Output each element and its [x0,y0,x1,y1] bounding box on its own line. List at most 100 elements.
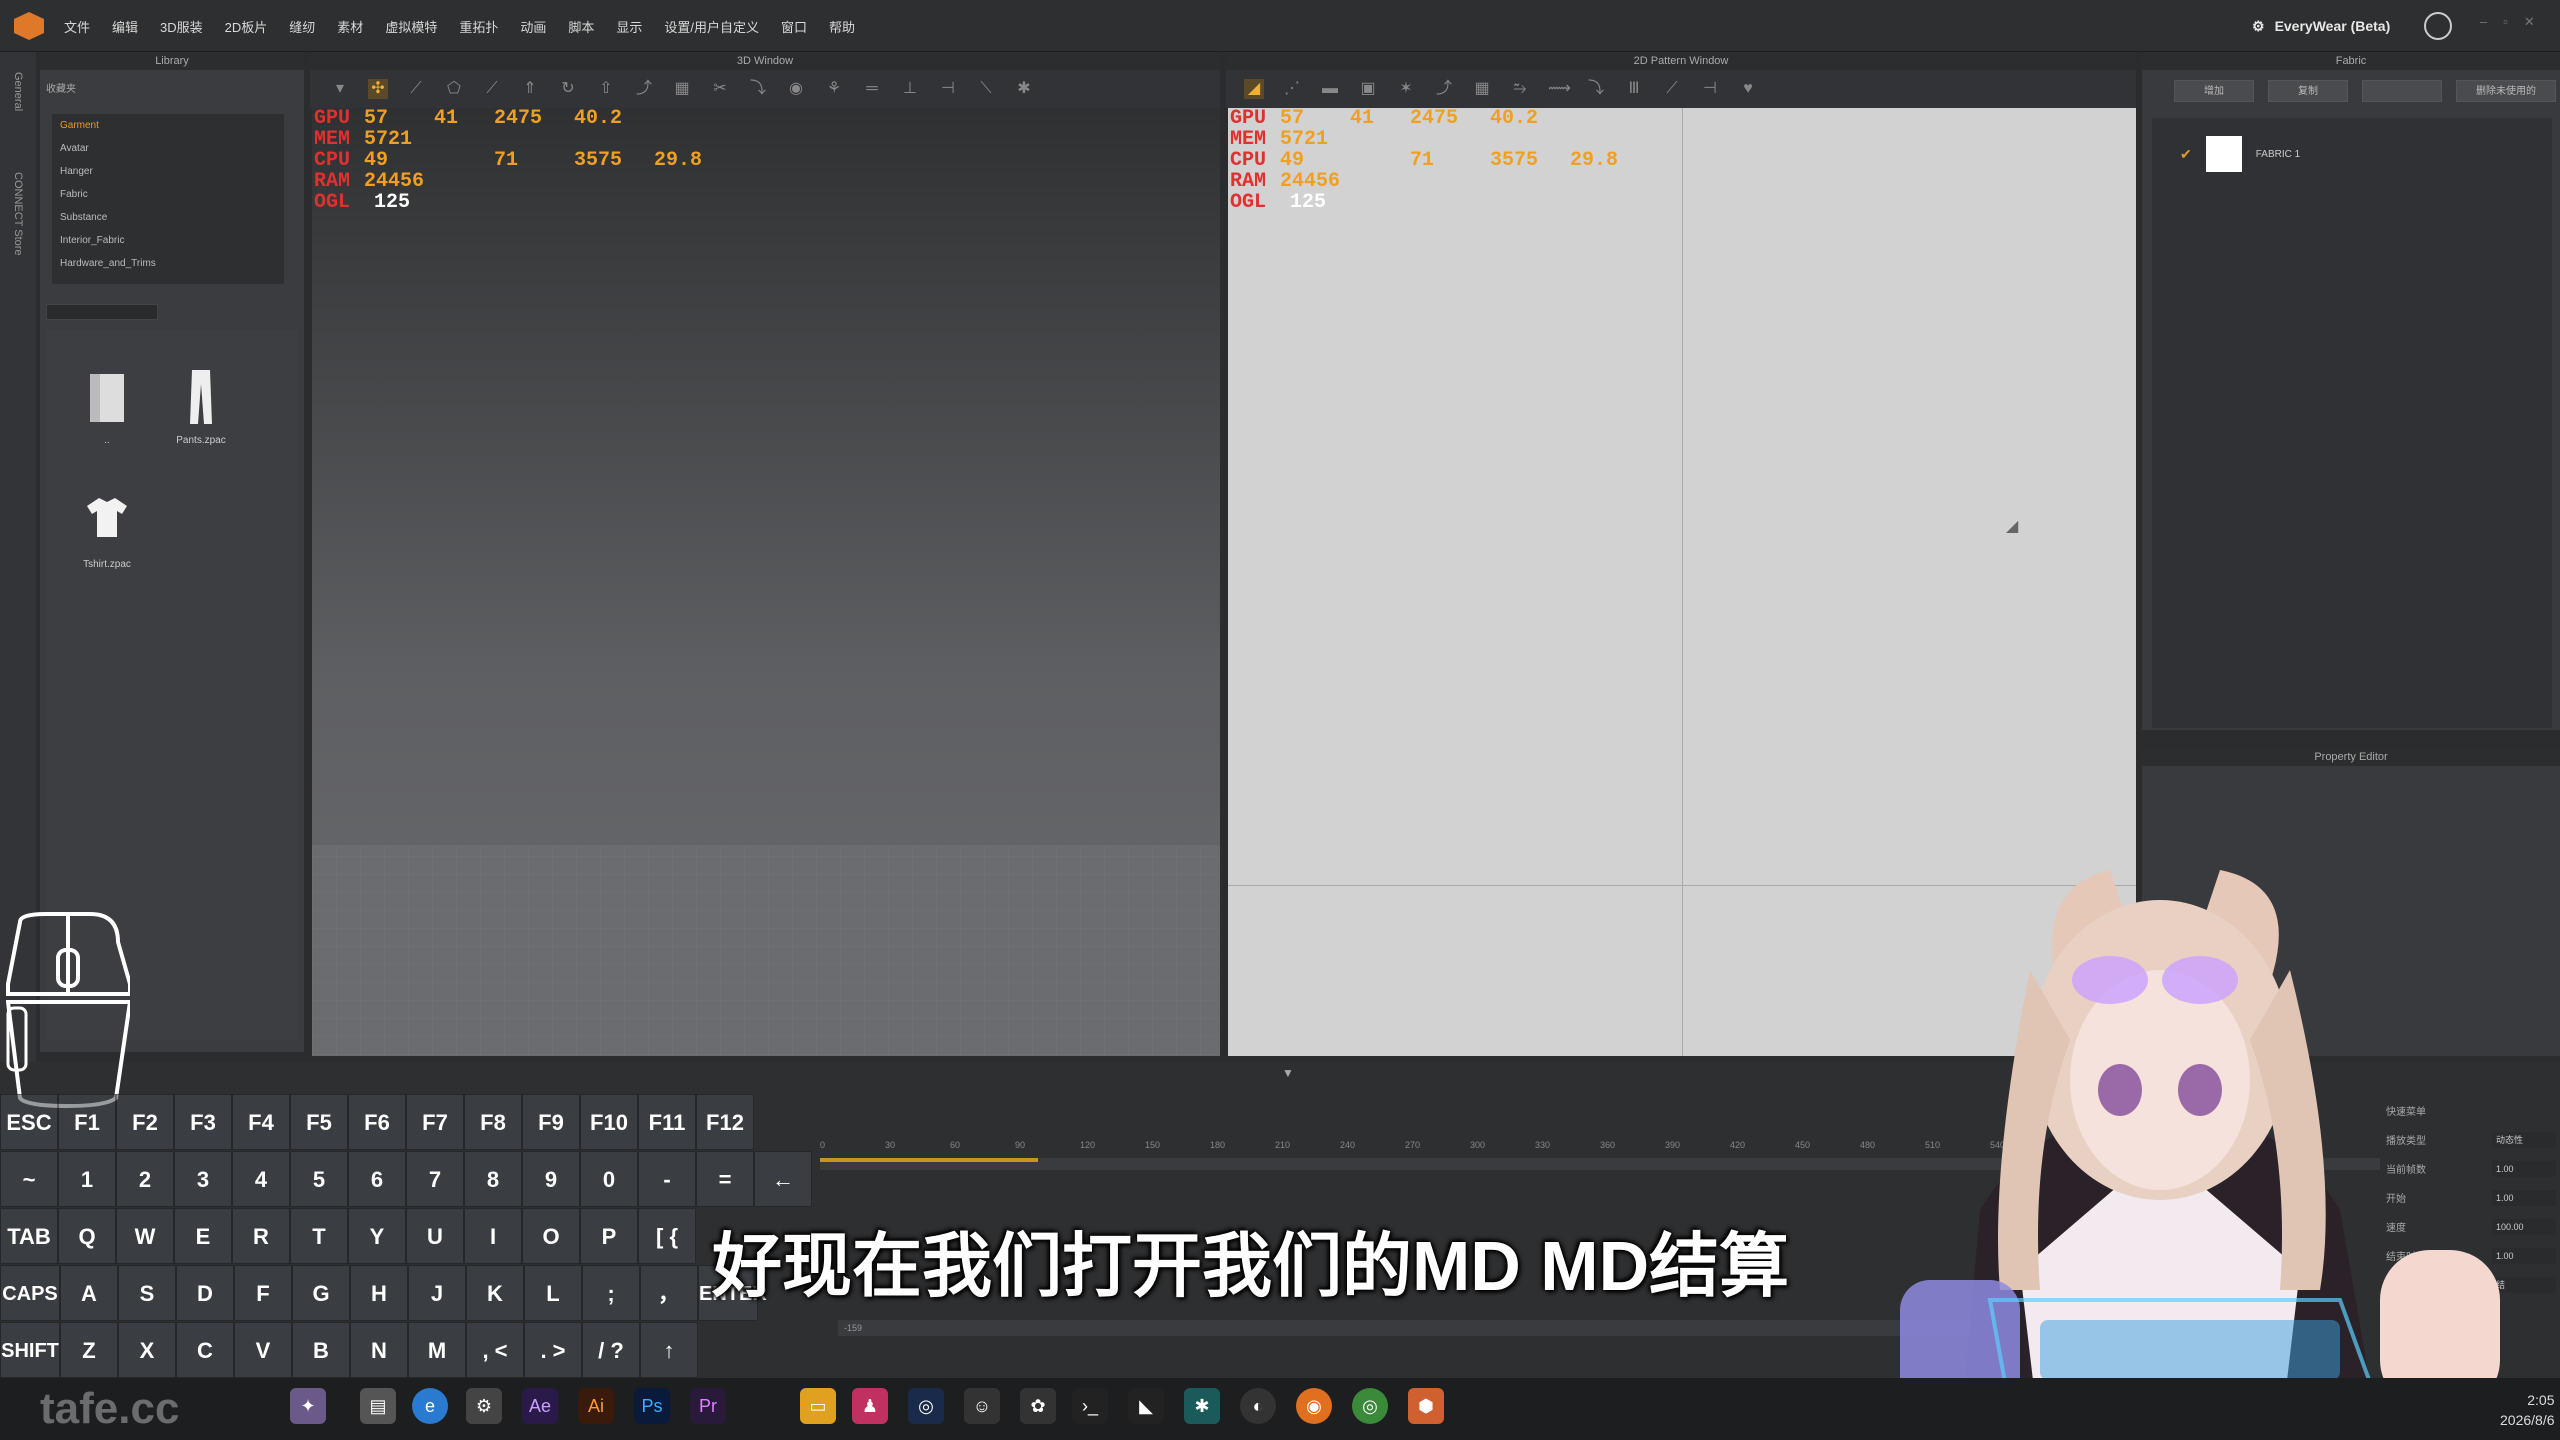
key[interactable]: C [176,1322,234,1378]
key[interactable]: F10 [580,1094,638,1150]
steam-icon[interactable]: ◎ [908,1388,944,1424]
key[interactable]: I [464,1208,522,1264]
grading-tool-icon[interactable]: ▦ [1472,79,1492,99]
photoshop-icon[interactable]: Ps [634,1388,670,1424]
key[interactable]: F12 [696,1094,754,1150]
file-item[interactable]: .. [62,366,152,446]
discord-icon[interactable]: ☺ [964,1388,1000,1424]
obs-icon[interactable]: ◐ [1240,1388,1276,1424]
menu-avatar[interactable]: 虚拟模特 [385,17,437,36]
files-icon[interactable]: ▤ [360,1388,396,1424]
menu-materials[interactable]: 素材 [337,17,363,36]
key[interactable]: U [406,1208,464,1264]
fabric-action-button[interactable] [2362,80,2442,102]
sewing-tool-icon[interactable]: ⤵ [748,79,768,99]
tree-item-substance[interactable]: Substance [52,206,284,229]
key[interactable]: ， [640,1265,698,1321]
garment-2d-tool-icon[interactable]: ♥ [1738,79,1758,99]
maximize-icon[interactable]: ▫ [2503,14,2508,30]
button-tool-icon[interactable]: ◉ [786,79,806,99]
free-sewing-tool-icon[interactable]: ⤵ [1586,79,1606,99]
key[interactable]: 0 [580,1151,638,1207]
qq-icon[interactable]: ♟ [852,1388,888,1424]
key[interactable]: F11 [638,1094,696,1150]
menu-animation[interactable]: 动画 [520,17,546,36]
key[interactable]: N [350,1322,408,1378]
fold-line-tool-icon[interactable]: ⥲ [1510,79,1530,99]
segment-sewing-tool-icon[interactable]: ⟿ [1548,79,1571,99]
key[interactable]: W [116,1208,174,1264]
menu-retopology[interactable]: 重拓扑 [459,17,498,36]
key[interactable]: E [174,1208,232,1264]
system-clock[interactable]: 2:05 2026/8/6 [2500,1390,2555,1430]
illustrator-icon[interactable]: Ai [578,1388,614,1424]
menu-script[interactable]: 脚本 [568,17,594,36]
network-icon[interactable]: ✱ [1184,1388,1220,1424]
premiere-icon[interactable]: Pr [690,1388,726,1424]
terminal-icon[interactable]: ›_ [1072,1388,1108,1424]
chrome-icon[interactable]: ◎ [1352,1388,1388,1424]
menu-help[interactable]: 帮助 [829,17,855,36]
key[interactable]: F7 [406,1094,464,1150]
key[interactable]: 2 [116,1151,174,1207]
key[interactable]: / ? [582,1322,640,1378]
polygon-tool-icon[interactable]: ▬ [1320,79,1340,99]
key[interactable]: . > [524,1322,582,1378]
copy-fabric-button[interactable]: 复制 [2268,80,2348,102]
key[interactable]: 5 [290,1151,348,1207]
avatar-tool-icon[interactable]: ⚘ [824,79,844,99]
menu-window[interactable]: 窗口 [781,17,807,36]
menu-file[interactable]: 文件 [64,17,90,36]
key[interactable]: G [292,1265,350,1321]
topstitch-tool-icon[interactable]: ⟋ [1662,79,1682,99]
key[interactable]: X [118,1322,176,1378]
key[interactable]: F9 [522,1094,580,1150]
file-item[interactable]: Tshirt.zpac [62,490,152,570]
edge-icon[interactable]: e [412,1388,448,1424]
menu-settings[interactable]: 设置/用户自定义 [664,17,759,36]
key[interactable]: SHIFT [0,1322,60,1378]
key[interactable]: F3 [174,1094,232,1150]
pose-tool-icon[interactable]: ✱ [1014,79,1034,99]
tree-item-fabric[interactable]: Fabric [52,183,284,206]
key[interactable]: F6 [348,1094,406,1150]
cut-tool-icon[interactable]: ✂ [710,79,730,99]
blender-icon[interactable]: ◉ [1296,1388,1332,1424]
collapse-arrow-icon[interactable]: ▼ [1282,1066,1294,1080]
key[interactable]: - [638,1151,696,1207]
wolf-icon[interactable]: ◣ [1128,1388,1164,1424]
key[interactable]: P [580,1208,638,1264]
key[interactable]: 1 [58,1151,116,1207]
zip-tool-icon[interactable]: ⊣ [938,79,958,99]
app-icon[interactable]: ✦ [290,1388,326,1424]
paw-icon[interactable]: ✿ [1020,1388,1056,1424]
edit-pattern-tool-icon[interactable]: ⋰ [1282,79,1302,99]
key[interactable]: 6 [348,1151,406,1207]
mesh-tool-icon[interactable]: ⟋ [406,79,426,99]
key[interactable]: F1 [58,1094,116,1150]
menu-edit[interactable]: 编辑 [112,17,138,36]
key[interactable]: T [290,1208,348,1264]
tab-general[interactable]: General [12,72,24,111]
key[interactable]: Q [58,1208,116,1264]
user-avatar-icon[interactable] [2424,12,2452,40]
key[interactable]: A [60,1265,118,1321]
delete-unused-button[interactable]: 删除未使用的 [2456,80,2556,102]
key[interactable]: F2 [116,1094,174,1150]
key[interactable]: V [234,1322,292,1378]
key[interactable]: O [522,1208,580,1264]
arrange-tool-icon[interactable]: ⇧ [596,79,616,99]
key[interactable]: S [118,1265,176,1321]
transform-pattern-tool-icon[interactable]: ◢ [1244,79,1264,99]
brush-tool-icon[interactable]: ⟍ [976,79,996,99]
key[interactable]: ESC [0,1094,58,1150]
internal-line-tool-icon[interactable]: ✶ [1396,79,1416,99]
key[interactable]: R [232,1208,290,1264]
checkmark-icon[interactable]: ✔ [2180,146,2192,163]
key[interactable]: F5 [290,1094,348,1150]
tab-connect-store[interactable]: CONNECT Store [12,172,24,256]
minimize-icon[interactable]: – [2480,14,2487,30]
key[interactable]: TAB [0,1208,58,1264]
rectangle-tool-icon[interactable]: ▣ [1358,79,1378,99]
key[interactable]: Y [348,1208,406,1264]
